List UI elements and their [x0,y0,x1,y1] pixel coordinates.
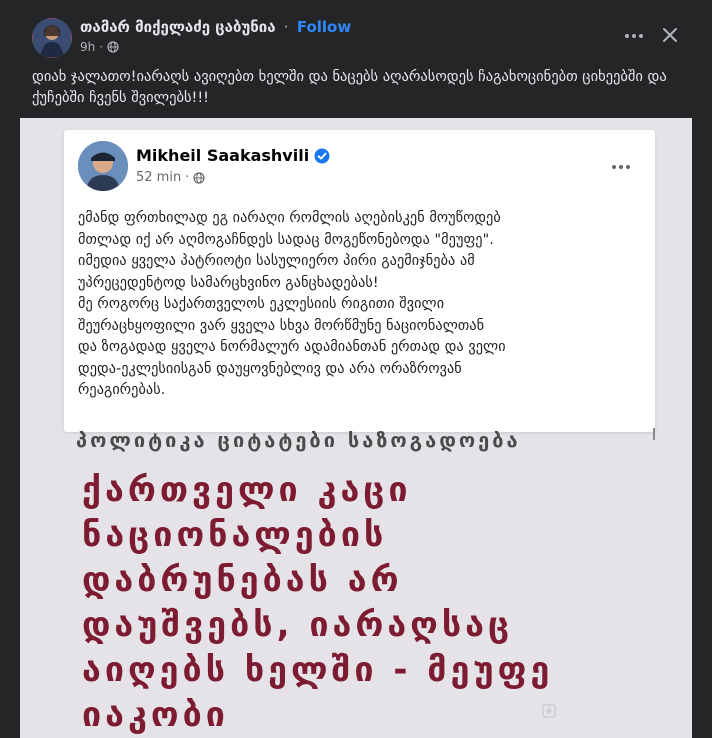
facebook-post-card: თამარ მიქელაძე ცაბუნია · Follow 9h · დია… [0,0,712,738]
inner-text-line: იმედია ყველა პატრიოტი სასულიერო პირი გაე… [78,253,475,269]
globe-icon [107,41,119,53]
headline-line: ნაციონალების [82,515,388,555]
topics-label: პოლიტიკა ციტატები საზოგადოება [76,428,521,452]
headline-line: იაკობი [82,695,229,735]
inner-text-line: რეაგირებას. [78,382,166,398]
more-dots-icon [625,34,643,38]
name-separator: · [283,18,289,36]
inner-meta-dot: · [185,170,190,185]
inner-post-avatar [78,141,128,191]
inner-post-author: Mikheil Saakashvili [136,146,310,165]
follow-button[interactable]: Follow [297,18,351,36]
inner-text-line: დედა-ეკლესიისგან დაუყოვნებლივ და არა ორა… [78,360,462,377]
post-caption: დიახ ჯალათო!იარაღს ავიღებთ ხელში და ნაცე… [32,69,667,106]
watermark [542,704,556,718]
inner-text-line: მთლად იქ არ აღმოგაჩნდეს სადაც მოგეწონებო… [78,231,494,248]
verified-badge-icon [314,148,330,163]
more-options-button[interactable] [620,24,648,48]
post-time[interactable]: 9h [80,40,95,54]
screenshot-post: Mikheil Saakashvili 52 min · ემანდ ფრთხი… [64,130,655,432]
quote-headline: ქართველი კაცი ნაციონალების დაბრუნებას არ… [82,468,642,738]
headline-line: დაბრუნებას არ [82,560,403,600]
inner-more-dots-icon [612,165,630,169]
inner-text-line: ემანდ ფრთხილად ეგ იარაღი რომლის აღებისკე… [78,210,501,226]
inner-post-time: 52 min [136,170,182,185]
inner-post-meta: 52 min · [136,170,205,185]
post-meta: 9h · [80,40,119,54]
poster-name-row: თამარ მიქელაძე ცაბუნია · Follow [80,18,351,36]
inner-more-dots [608,158,634,176]
poster-avatar[interactable] [32,18,72,58]
close-icon [663,28,677,42]
inner-post-name-row: Mikheil Saakashvili [136,146,330,165]
inner-post-text: ემანდ ფრთხილად ეგ იარაღი რომლის აღებისკე… [78,208,648,402]
inner-text-line: და ზოგადად ყველა ნორმალურ ადამიანთან ერთ… [78,339,506,355]
close-button[interactable] [657,22,683,48]
watermark-logo-icon [542,704,556,718]
poster-name[interactable]: თამარ მიქელაძე ცაბუნია [80,18,276,36]
inner-text-line: მე როგორც საქართველოს ეკლესიის რიგითი შვ… [78,296,445,312]
headline-line: აიღებს ხელში - მეუფე [82,650,554,690]
avatar-image [32,18,72,58]
inner-text-line: უპრეცედენტოდ სამარცხვინო განცხადებას! [78,274,379,291]
inner-globe-icon [193,171,205,184]
shared-image[interactable]: Mikheil Saakashvili 52 min · ემანდ ფრთხი… [20,118,692,738]
inner-text-line: შეურაცხყოფილი ვარ ყველა სხვა მორწმუნე ნა… [78,317,485,334]
headline-line: დაუშვებს, იარაღსაც [82,605,514,645]
headline-line: ქართველი კაცი [82,470,412,510]
meta-dot: · [99,40,104,54]
image-divider-mark [653,428,655,440]
inner-avatar-image [78,141,128,191]
